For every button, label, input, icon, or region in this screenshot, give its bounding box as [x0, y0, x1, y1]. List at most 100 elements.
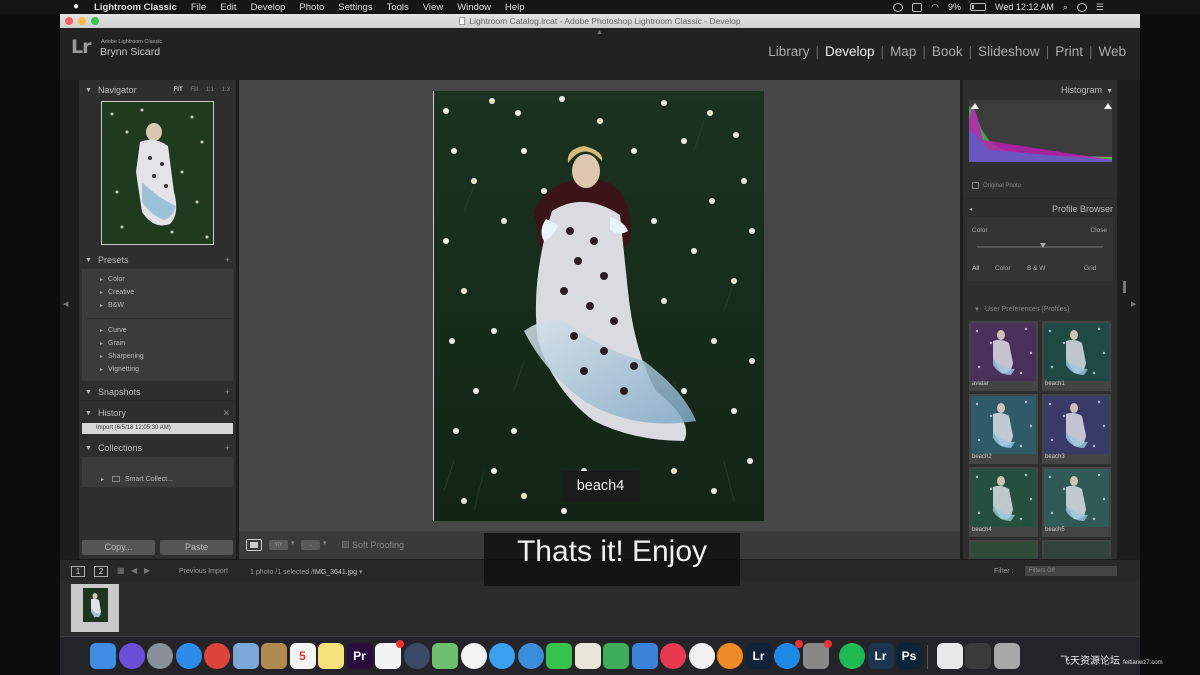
zoom-window-button[interactable]	[91, 17, 99, 25]
histogram-header[interactable]: Histogram ▼	[1061, 85, 1113, 95]
selected-filename[interactable]: IMG_3641.jpg	[313, 569, 357, 576]
filmstrip-source[interactable]: Previous Import	[179, 568, 228, 575]
second-window-button[interactable]: 2	[94, 566, 108, 577]
calendar-icon[interactable]: 5	[289, 643, 316, 669]
navigator-preview[interactable]	[101, 101, 214, 245]
battery-icon[interactable]	[970, 3, 986, 11]
menu-edit[interactable]: Edit	[220, 2, 236, 13]
add-preset-button[interactable]: +	[225, 255, 230, 265]
module-print[interactable]: Print	[1049, 44, 1089, 59]
menu-app-name[interactable]: Lightroom Classic	[94, 2, 177, 13]
messages-icon[interactable]	[489, 643, 515, 669]
filter-dropdown[interactable]: Filters Off	[1025, 566, 1117, 576]
original-photo-checkbox[interactable]: Original Photo	[972, 182, 1021, 189]
preset-folder[interactable]: Grain	[100, 340, 125, 347]
notes-icon[interactable]	[318, 643, 344, 669]
preview-icon[interactable]	[232, 643, 259, 669]
profile-browser-header[interactable]: Profile Browser	[1052, 204, 1113, 214]
grid-view-icon[interactable]: ▦	[117, 566, 127, 576]
filmstrip-thumbnail[interactable]	[71, 584, 119, 632]
slider-thumb[interactable]	[1040, 243, 1046, 248]
appstore-icon[interactable]	[774, 640, 803, 669]
creative-cloud-icon[interactable]	[912, 2, 923, 12]
forward-arrow-icon[interactable]: ▶	[144, 566, 154, 576]
lightroom2-icon[interactable]: Lr	[867, 643, 894, 669]
profile-tile[interactable]: beach1	[1042, 321, 1111, 391]
menu-window[interactable]: Window	[457, 2, 491, 13]
notification-center-icon[interactable]: ☰	[1096, 2, 1104, 13]
preset-folder[interactable]: Color	[100, 276, 125, 283]
maps-icon[interactable]	[432, 643, 458, 669]
premiere-icon[interactable]: Pr	[346, 643, 373, 669]
menu-develop[interactable]: Develop	[251, 2, 286, 13]
zoom-other-levels[interactable]: Fill 1:1 1:3	[190, 87, 230, 93]
systemprefs-icon[interactable]	[802, 640, 832, 669]
minimize-window-button[interactable]	[78, 17, 86, 25]
keynote-icon[interactable]	[631, 643, 658, 669]
profile-tile[interactable]	[969, 540, 1038, 559]
right-panel-toggle-icon[interactable]: ▶	[1131, 300, 1136, 308]
menu-view[interactable]: View	[423, 2, 443, 13]
numbers-icon[interactable]	[603, 643, 629, 669]
clock[interactable]: Wed 12:12 AM	[995, 2, 1054, 12]
close-window-button[interactable]	[65, 17, 73, 25]
profile-tile[interactable]: beach2	[969, 394, 1038, 464]
history-item[interactable]: Import (6/5/18 12:05:30 AM)	[82, 423, 233, 434]
record-icon[interactable]	[893, 2, 904, 12]
copy-button[interactable]: Copy...	[82, 540, 155, 555]
grid-view-button[interactable]: Grid	[1084, 265, 1096, 272]
profile-tile[interactable]: beach3	[1042, 394, 1111, 464]
document-icon[interactable]	[936, 643, 963, 669]
module-map[interactable]: Map	[884, 44, 922, 59]
filter-bw[interactable]: B & W	[1027, 265, 1045, 272]
collections-header[interactable]: ▼ Collections +	[79, 440, 236, 456]
main-window-button[interactable]: 1	[71, 566, 85, 577]
module-web[interactable]: Web	[1092, 44, 1132, 59]
zoom-fit[interactable]: FIT	[174, 87, 183, 93]
loupe-view-icon[interactable]	[246, 539, 262, 551]
chrome-icon[interactable]	[204, 643, 230, 669]
soft-proofing-checkbox[interactable]	[342, 541, 349, 548]
profile-tile[interactable]	[1042, 540, 1111, 559]
trash-icon[interactable]	[993, 643, 1020, 669]
right-panel-scrollbar[interactable]	[1123, 281, 1126, 293]
menu-tools[interactable]: Tools	[387, 2, 409, 13]
lightroom-icon[interactable]: Lr	[745, 643, 772, 669]
collection-item[interactable]: ▸ Smart Collect...	[101, 476, 173, 483]
photos-icon[interactable]	[460, 643, 487, 669]
profile-tile[interactable]: beach5	[1042, 467, 1111, 537]
preset-folder[interactable]: Sharpening	[100, 353, 144, 360]
spotlight-icon[interactable]: ⌕	[1063, 2, 1068, 13]
apple-menu-icon[interactable]: ●	[73, 1, 79, 12]
preset-folder[interactable]: B&W	[100, 302, 124, 309]
paste-button[interactable]: Paste	[160, 540, 233, 555]
add-collection-button[interactable]: +	[225, 443, 230, 453]
safari-icon[interactable]	[175, 643, 202, 669]
before-after-button[interactable]: Y|Y	[269, 540, 288, 550]
top-panel-toggle-icon[interactable]: ▲	[596, 29, 603, 36]
profile-tile[interactable]: avatar	[969, 321, 1038, 391]
module-slideshow[interactable]: Slideshow	[972, 44, 1046, 59]
close-profile-button[interactable]: Close	[1090, 227, 1107, 234]
notefile-icon[interactable]	[261, 643, 287, 669]
left-panel-toggle-icon[interactable]: ◀	[63, 300, 68, 308]
user-presets-header[interactable]: ▼ User Preferences (Profiles)	[974, 306, 1069, 313]
itunes-icon[interactable]	[688, 643, 715, 669]
menu-photo[interactable]: Photo	[299, 2, 324, 13]
photoshop-icon[interactable]: Ps	[896, 643, 922, 669]
finder-window-icon[interactable]	[965, 643, 991, 669]
filter-all[interactable]: All	[972, 265, 979, 272]
menu-file[interactable]: File	[191, 2, 206, 13]
facetime-icon[interactable]	[546, 643, 572, 669]
add-snapshot-button[interactable]: +	[225, 387, 230, 397]
presets-header[interactable]: ▼ Presets +	[79, 252, 236, 268]
main-photo[interactable]	[433, 91, 764, 521]
module-develop[interactable]: Develop	[819, 44, 881, 59]
filter-color[interactable]: Color	[995, 265, 1011, 272]
navigator-header[interactable]: ▼ Navigator FIT Fill 1:1 1:3	[79, 82, 236, 98]
user-icon[interactable]	[1076, 2, 1087, 12]
finder-icon[interactable]	[90, 643, 116, 669]
copy-settings-button[interactable]: ↔	[301, 540, 320, 550]
network-icon[interactable]	[517, 643, 544, 669]
textedit-icon[interactable]	[574, 643, 601, 669]
